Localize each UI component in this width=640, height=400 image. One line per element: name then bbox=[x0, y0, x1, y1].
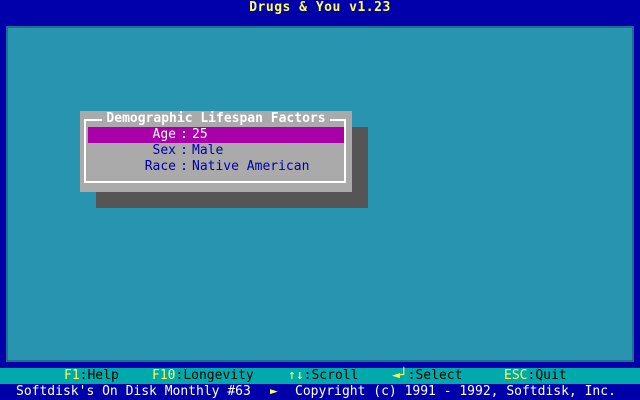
dialog-title: Demographic Lifespan Factors bbox=[102, 111, 330, 126]
app-title: Drugs & You v1.23 bbox=[0, 0, 640, 16]
field-sex[interactable]: Sex: Male bbox=[88, 143, 344, 159]
help-scroll[interactable]: ↑↓:Scroll bbox=[288, 368, 358, 384]
field-age[interactable]: Age:25 bbox=[88, 127, 344, 143]
help-esc[interactable]: ESC:Quit bbox=[504, 368, 567, 384]
help-f1-action: Help bbox=[87, 368, 119, 383]
field-separator: : bbox=[180, 127, 188, 142]
help-f1[interactable]: F1:Help bbox=[64, 368, 119, 384]
help-esc-action: Quit bbox=[535, 368, 567, 383]
enter-key-icon: ◄┘ bbox=[392, 368, 408, 383]
help-select[interactable]: ◄┘:Select bbox=[392, 368, 462, 384]
help-f10[interactable]: F10:Longevity bbox=[152, 368, 254, 384]
right-triangle-icon: ► bbox=[270, 384, 278, 399]
field-age-label: Age bbox=[152, 127, 176, 142]
status-publication: Softdisk's On Disk Monthly #63 bbox=[16, 384, 251, 399]
field-race-value: Native American bbox=[192, 159, 310, 174]
help-esc-key: ESC bbox=[504, 368, 528, 383]
field-race[interactable]: Race: Native American bbox=[88, 159, 344, 175]
field-sex-value: Male bbox=[192, 143, 224, 158]
field-sex-label: Sex bbox=[152, 143, 176, 158]
field-race-label: Race bbox=[144, 159, 176, 174]
help-f1-key: F1 bbox=[64, 368, 80, 383]
field-age-value: 25 bbox=[192, 127, 208, 142]
help-scroll-action: Scroll bbox=[311, 368, 359, 383]
help-f10-action: Longevity bbox=[183, 368, 254, 383]
status-copyright: Copyright (c) 1991 - 1992, Softdisk, Inc… bbox=[295, 384, 616, 399]
status-bar: Softdisk's On Disk Monthly #63 ► Copyrig… bbox=[0, 384, 640, 400]
help-select-action: Select bbox=[415, 368, 463, 383]
up-down-arrows-icon: ↑↓ bbox=[288, 368, 304, 383]
demographic-dialog: Demographic Lifespan Factors Age:25 Sex:… bbox=[80, 111, 352, 192]
field-separator: : bbox=[180, 143, 188, 158]
help-f10-key: F10 bbox=[152, 368, 176, 383]
field-separator: : bbox=[180, 159, 188, 174]
dialog-title-wrap: Demographic Lifespan Factors bbox=[80, 111, 352, 127]
help-bar: F1:Help F10:Longevity ↑↓:Scroll ◄┘:Selec… bbox=[0, 368, 640, 384]
